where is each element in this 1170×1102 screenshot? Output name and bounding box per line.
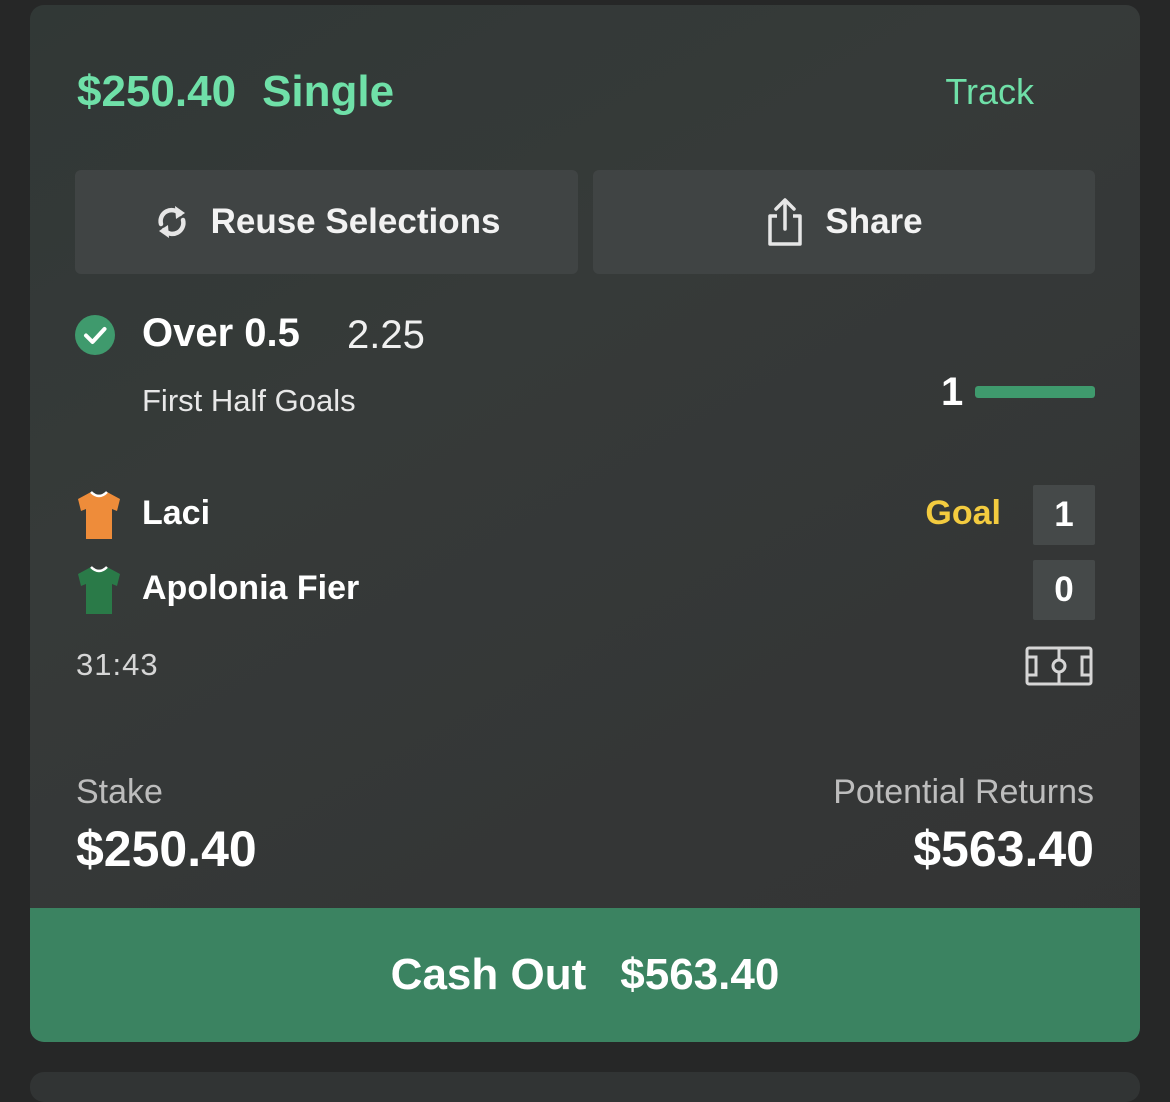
team-row-home: Laci Goal 1 [75,485,1095,545]
cash-out-label: Cash Out [390,950,587,999]
progress-value: 1 [941,370,964,414]
match-clock: 31:43 [76,647,159,682]
progress-fill [975,386,1095,398]
shirt-icon [78,491,120,539]
bet-card: $250.40 Single Track Reuse Selections Sh… [30,5,1140,1042]
bet-type: Single [262,67,395,116]
home-team-name: Laci [142,494,211,532]
share-label: Share [825,202,923,241]
reuse-selections-label: Reuse Selections [210,202,501,241]
goal-tag: Goal [925,494,1001,532]
shirt-icon [78,566,120,614]
bet-amount: $250.40 [77,67,237,116]
selection-odds: 2.25 [347,313,425,357]
stake-label: Stake [76,773,163,811]
selection-name: Over 0.5 [142,311,300,355]
share-icon [765,197,805,247]
potential-returns-label: Potential Returns [833,773,1094,811]
stake-value: $250.40 [76,821,257,877]
away-score: 0 [1033,560,1095,620]
track-link[interactable]: Track [945,71,1034,113]
away-team-name: Apolonia Fier [142,569,360,607]
team-row-away: Apolonia Fier 0 [75,560,1095,620]
share-button[interactable]: Share [593,170,1095,274]
cash-out-button[interactable]: Cash Out $563.40 [30,908,1140,1042]
potential-returns-value: $563.40 [913,821,1094,877]
progress-bar [975,386,1095,398]
refresh-icon [153,201,191,243]
pitch-icon[interactable] [1025,646,1093,686]
check-circle-icon [75,315,115,355]
bet-header: $250.40 Single [77,67,394,117]
cash-out-amount: $563.40 [620,950,780,999]
reuse-selections-button[interactable]: Reuse Selections [75,170,578,274]
selection-market: First Half Goals [142,383,356,418]
home-score: 1 [1033,485,1095,545]
